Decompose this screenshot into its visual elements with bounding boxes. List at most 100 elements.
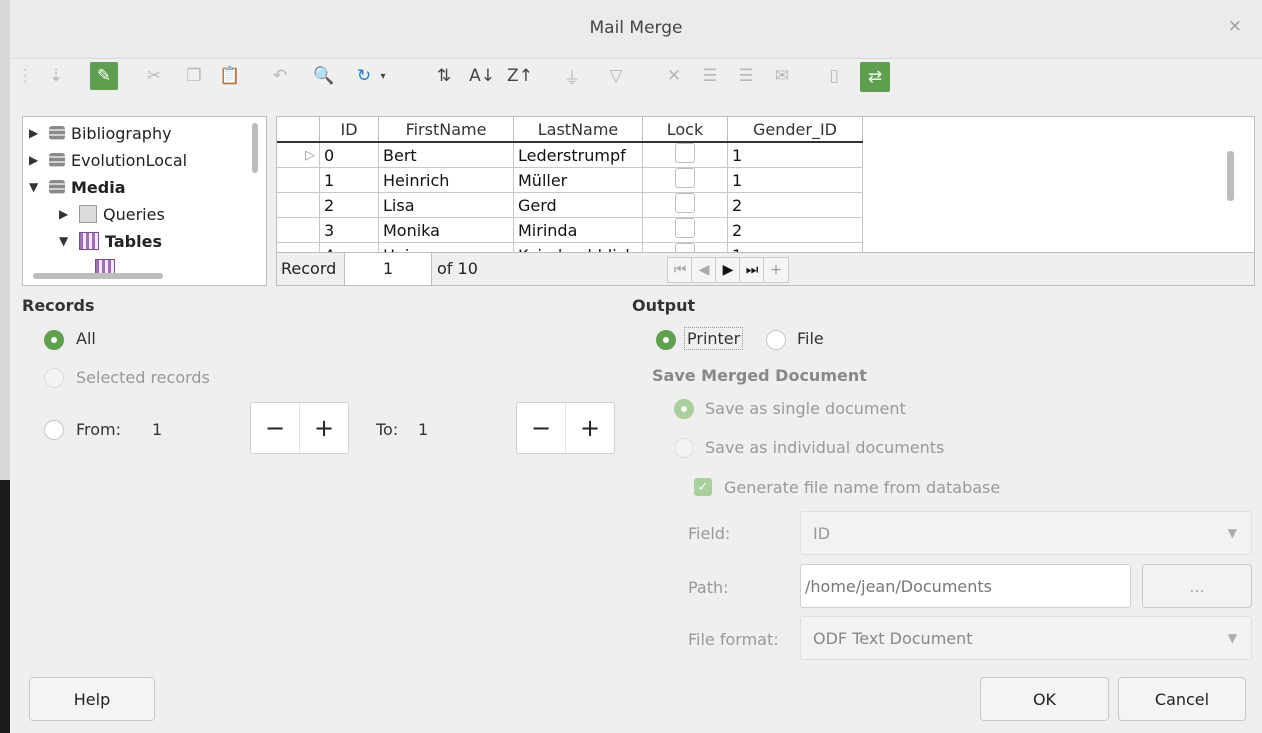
tree-item-media[interactable]: ▼ Media [29,174,126,200]
chevron-down-icon[interactable]: ▼ [1228,631,1237,645]
record-number-field[interactable]: 1 [344,253,432,285]
cell[interactable]: 2 [319,192,379,218]
mail-merge-icon[interactable]: ✉ [768,62,796,90]
from-value[interactable]: 1 [152,420,162,439]
grid-vertical-scrollbar[interactable] [1227,151,1234,201]
individual-documents-radio[interactable] [674,438,694,458]
remove-filter-icon[interactable]: ✕ [660,62,688,90]
browse-button[interactable]: ... [1142,564,1252,608]
lock-checkbox[interactable] [675,193,695,213]
column-header[interactable]: Gender_ID [727,117,863,143]
path-input[interactable]: /home/jean/Documents [800,564,1131,608]
cell[interactable]: 2 [727,192,863,218]
single-document-label[interactable]: Save as single document [705,399,906,418]
autofilter-icon[interactable]: ⏚ [558,62,586,90]
field-combobox[interactable]: ID ▼ [800,511,1252,555]
tree-vertical-scrollbar[interactable] [252,123,258,173]
tree-item-queries[interactable]: ▶ Queries [59,201,165,227]
column-header[interactable]: ID [319,117,379,143]
column-header[interactable]: Lock [642,117,728,143]
cell[interactable]: 1 [727,142,863,168]
chevron-down-icon[interactable]: ▼ [1228,526,1237,540]
table-row[interactable]: 3 Monika Mirinda 2 [277,217,863,243]
tree-item-bibliography[interactable]: ▶ Bibliography [29,120,172,146]
expand-arrow-icon[interactable]: ▶ [59,207,73,221]
file-radio[interactable] [766,330,786,350]
lock-cell[interactable] [642,167,728,193]
first-record-icon[interactable]: ⏮ [667,257,693,283]
from-increment-button[interactable]: + [300,403,348,453]
single-document-radio[interactable] [674,399,694,419]
lock-checkbox[interactable] [675,168,695,188]
next-record-icon[interactable]: ▶ [715,257,741,283]
all-radio[interactable] [44,330,64,350]
lock-cell[interactable] [642,192,728,218]
cut-icon[interactable]: ✂ [140,62,168,90]
generate-filename-label[interactable]: Generate file name from database [724,478,1000,497]
cell[interactable]: 1 [319,167,379,193]
collapse-arrow-icon[interactable]: ▼ [29,180,43,194]
refresh-dropdown-icon[interactable]: ▾ [376,62,390,90]
cell[interactable]: Bert [378,142,514,168]
cell[interactable]: 0 [319,142,379,168]
from-decrement-button[interactable]: − [251,403,300,453]
cell[interactable]: Monika [378,217,514,243]
edit-data-icon[interactable]: ✎ [90,62,118,90]
row-header[interactable] [277,217,320,243]
previous-record-icon[interactable]: ◀ [691,257,717,283]
toolbar-grip[interactable]: ⋮ [17,62,34,90]
copy-icon[interactable]: ❐ [180,62,208,90]
new-record-icon[interactable]: + [763,257,789,283]
lock-checkbox[interactable] [675,143,695,163]
lock-cell[interactable] [642,217,728,243]
printer-label[interactable]: Printer [684,327,744,350]
file-label[interactable]: File [797,329,824,348]
cell[interactable]: Gerd [513,192,643,218]
explorer-icon[interactable]: ▯ [820,62,848,90]
data-to-fields-icon[interactable]: ☰ [732,62,760,90]
standard-filter-icon[interactable]: ▽ [602,62,630,90]
file-format-combobox[interactable]: ODF Text Document ▼ [800,616,1252,660]
individual-documents-label[interactable]: Save as individual documents [705,438,944,457]
expand-arrow-icon[interactable]: ▶ [29,153,43,167]
lock-checkbox[interactable] [675,218,695,238]
row-header[interactable] [277,192,320,218]
cell[interactable]: Heinrich [378,167,514,193]
cancel-button[interactable]: Cancel [1118,677,1246,721]
help-button[interactable]: Help [29,677,155,721]
cell[interactable]: Lederstrumpf [513,142,643,168]
to-increment-button[interactable]: + [566,403,614,453]
expand-arrow-icon[interactable]: ▶ [29,126,43,140]
tree-horizontal-scrollbar[interactable] [33,273,163,279]
data-to-text-icon[interactable]: ☰ [696,62,724,90]
cell[interactable]: Lisa [378,192,514,218]
last-record-icon[interactable]: ⏭ [739,257,765,283]
data-source-icon[interactable]: ⇄ [860,62,890,92]
to-decrement-button[interactable]: − [517,403,566,453]
table-row[interactable]: ▷ 0 Bert Lederstrumpf 1 [277,142,863,168]
find-icon[interactable]: 🔍 [310,62,338,90]
close-icon[interactable]: × [1228,16,1242,36]
selected-records-radio[interactable] [44,368,64,388]
from-label[interactable]: From: [76,420,121,439]
lock-cell[interactable] [642,142,728,168]
undo-icon[interactable]: ↶ [266,62,294,90]
cell[interactable]: 2 [727,217,863,243]
table-row[interactable]: 2 Lisa Gerd 2 [277,192,863,218]
all-label[interactable]: All [76,329,96,348]
row-header[interactable] [277,167,320,193]
selected-records-label[interactable]: Selected records [76,368,210,387]
tree-item-evolutionlocal[interactable]: ▶ EvolutionLocal [29,147,187,173]
sort-descending-icon[interactable]: Z↑ [506,62,534,90]
sort-icon[interactable]: ⇅ [430,62,458,90]
column-header[interactable]: FirstName [378,117,514,143]
paste-icon[interactable]: 📋 [216,62,244,90]
generate-filename-checkbox[interactable]: ✓ [694,478,712,496]
insert-record-icon[interactable]: ⇣ [42,62,70,90]
from-radio[interactable] [44,420,64,440]
column-header[interactable]: LastName [513,117,643,143]
collapse-arrow-icon[interactable]: ▼ [59,234,73,248]
cell[interactable]: Müller [513,167,643,193]
refresh-icon[interactable]: ↻ [350,62,378,90]
cell[interactable]: 3 [319,217,379,243]
